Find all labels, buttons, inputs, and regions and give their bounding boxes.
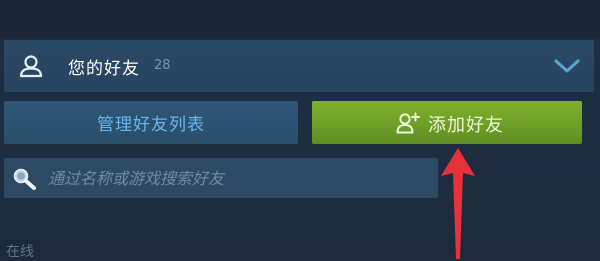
manage-friends-list-label: 管理好友列表 (97, 115, 205, 135)
friends-header[interactable]: 您的好友 28 (4, 40, 594, 92)
chevron-down-icon[interactable] (552, 56, 582, 76)
top-strip (0, 0, 600, 38)
manage-friends-list-button[interactable]: 管理好友列表 (4, 101, 298, 144)
friends-title: 您的好友 (68, 59, 140, 79)
person-icon (19, 55, 43, 78)
search-icon (13, 168, 36, 190)
friend-search-box[interactable] (4, 158, 438, 198)
online-section-label: 在线 (6, 244, 34, 260)
friend-search-input[interactable] (48, 164, 428, 192)
add-friend-label: 添加好友 (428, 115, 504, 136)
red-arrow-annotation (441, 148, 475, 259)
add-friend-icon (396, 112, 420, 134)
friends-count: 28 (154, 58, 171, 73)
add-friend-button[interactable]: 添加好友 (312, 101, 582, 144)
